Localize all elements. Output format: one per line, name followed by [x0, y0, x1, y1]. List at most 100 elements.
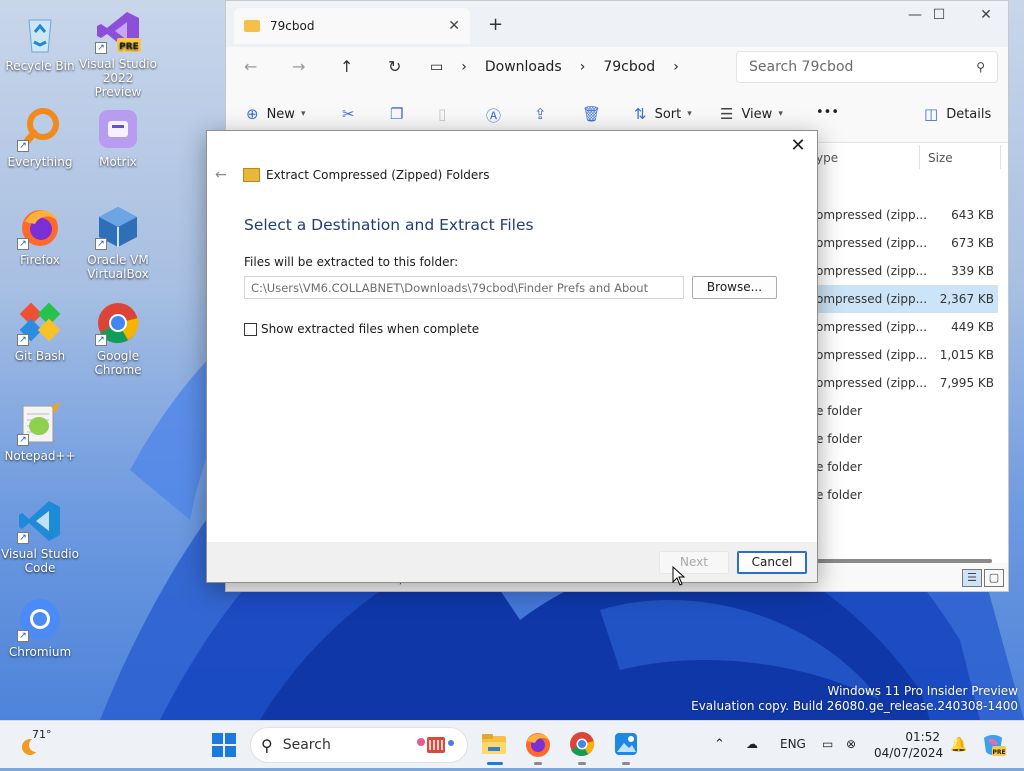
- delete-button[interactable]: 🗑: [582, 105, 609, 123]
- view-button[interactable]: ☰ View ▾: [720, 105, 783, 123]
- desktop-icon-virtualbox[interactable]: ↗ Oracle VM VirtualBox: [78, 204, 158, 281]
- column-header-type[interactable]: ype: [816, 151, 838, 165]
- taskbar: 71° ⚲ Search ⌃ ☁ ENG ▭ ⊗ 01:52 04/07/202…: [0, 720, 1024, 768]
- more-options-button[interactable]: •••: [816, 105, 839, 120]
- paste-button[interactable]: ▯: [438, 105, 454, 123]
- address-bar[interactable]: ▭ › Downloads › 79cbod ›: [430, 51, 732, 83]
- search-icon: ⚲: [976, 60, 985, 74]
- shortcut-arrow-icon: ↗: [17, 334, 29, 346]
- chevron-down-icon: ▾: [300, 109, 306, 119]
- desktop-icon-git-bash[interactable]: ↗ Git Bash: [0, 300, 80, 363]
- desktop-icon-notepad-plus-plus[interactable]: ↗ Notepad++: [0, 400, 80, 463]
- scissors-icon: ✂: [342, 105, 355, 123]
- details-view-icon[interactable]: ☰: [962, 569, 982, 587]
- cancel-button[interactable]: Cancel: [737, 551, 807, 574]
- file-type: ompressed (zipp...: [816, 208, 928, 222]
- taskbar-file-explorer[interactable]: [480, 730, 508, 758]
- chevron-down-icon: ▾: [778, 109, 783, 119]
- dialog-close-button[interactable]: ✕: [787, 135, 809, 156]
- weather-temperature: 71°: [32, 728, 52, 741]
- search-icon: ⚲: [261, 735, 273, 755]
- column-divider[interactable]: [1000, 145, 1001, 169]
- windows-watermark: Windows 11 Pro Insider Preview Evaluatio…: [691, 684, 1018, 714]
- desktop-icon-vscode[interactable]: ↗ Visual Studio Code: [0, 498, 80, 575]
- onedrive-offline-icon[interactable]: ☁: [746, 737, 758, 751]
- new-button-label: New: [266, 106, 295, 122]
- taskbar-firefox[interactable]: [524, 730, 552, 758]
- windows-logo-tile: [225, 733, 236, 744]
- explorer-tab[interactable]: 79cbod ✕: [234, 8, 470, 44]
- running-indicator: [578, 762, 586, 765]
- taskbar-photos[interactable]: [612, 730, 640, 758]
- refresh-icon[interactable]: ↻: [388, 57, 401, 76]
- explorer-search-input[interactable]: Search 79cbod ⚲: [736, 51, 998, 83]
- desktop-icon-everything[interactable]: ↗ Everything: [0, 106, 80, 169]
- next-button[interactable]: Next: [659, 551, 729, 574]
- horizontal-scrollbar[interactable]: [816, 559, 992, 563]
- share-icon: ⇪: [534, 105, 547, 123]
- destination-path-input[interactable]: C:\Users\VM6.COLLABNET\Downloads\79cbod\…: [244, 276, 684, 299]
- watermark-line-2: Evaluation copy. Build 26080.ge_release.…: [691, 699, 1018, 713]
- notepad-plus-plus-icon: ↗: [17, 400, 63, 446]
- new-button[interactable]: ⊕ New ▾: [246, 105, 305, 123]
- desktop-icon-label: Git Bash: [14, 349, 66, 363]
- windows-logo-tile: [212, 733, 223, 744]
- file-type: e folder: [816, 460, 863, 474]
- back-arrow-icon[interactable]: ←: [244, 57, 257, 76]
- clock[interactable]: 01:52 04/07/2024: [874, 729, 943, 761]
- firefox-icon: ↗: [17, 204, 63, 250]
- dialog-back-button[interactable]: ←: [215, 167, 227, 183]
- checkbox-box[interactable]: [244, 322, 257, 336]
- desktop-icon-label: Google Chrome: [94, 349, 142, 377]
- everything-search-icon: ↗: [17, 106, 63, 152]
- forward-arrow-icon[interactable]: →: [292, 57, 305, 76]
- close-window-button[interactable]: ✕: [963, 7, 1009, 23]
- rename-button[interactable]: Ⓐ: [486, 105, 509, 126]
- desktop-icon-recycle-bin[interactable]: Recycle Bin: [0, 10, 80, 73]
- column-header-size[interactable]: Size: [928, 151, 953, 165]
- taskbar-search-placeholder: Search: [282, 737, 331, 753]
- share-button[interactable]: ⇪: [534, 105, 555, 123]
- shortcut-arrow-icon: ↗: [17, 140, 29, 152]
- cut-button[interactable]: ✂: [342, 105, 363, 123]
- volume-muted-icon[interactable]: ⊗: [846, 737, 856, 751]
- desktop-icon-motrix[interactable]: Motrix: [78, 106, 158, 169]
- network-icon[interactable]: ▭: [822, 737, 833, 751]
- copy-button[interactable]: ❐: [390, 105, 411, 123]
- sort-button[interactable]: ⇅ Sort ▾: [634, 105, 692, 123]
- maximize-button[interactable]: ☐: [916, 7, 962, 23]
- tab-title: 79cbod: [270, 19, 315, 33]
- desktop-icon-google-chrome[interactable]: ↗ Google Chrome: [78, 300, 158, 377]
- start-button[interactable]: [212, 733, 236, 757]
- paste-icon: ▯: [438, 105, 447, 123]
- details-pane-button[interactable]: ◫ Details: [924, 105, 991, 123]
- desktop-icon-visual-studio-preview[interactable]: PRE ↗ Visual Studio 2022 Preview: [78, 8, 158, 99]
- desktop-icon-firefox[interactable]: ↗ Firefox: [0, 204, 80, 267]
- copilot-preview-icon[interactable]: PRE: [980, 732, 1006, 758]
- copy-icon: ❐: [390, 105, 404, 123]
- new-tab-button[interactable]: +: [488, 14, 503, 35]
- file-size: 449 KB: [951, 320, 994, 334]
- show-hidden-icons-chevron-icon[interactable]: ⌃: [714, 737, 725, 752]
- taskbar-chrome[interactable]: [568, 730, 596, 758]
- up-arrow-icon[interactable]: ↑: [340, 57, 353, 76]
- shortcut-arrow-icon: ↗: [17, 532, 29, 544]
- input-language[interactable]: ENG: [780, 737, 806, 751]
- taskbar-search-box[interactable]: ⚲ Search: [250, 727, 468, 763]
- breadcrumb-79cbod[interactable]: 79cbod: [603, 59, 655, 75]
- breadcrumb-downloads[interactable]: Downloads: [485, 59, 562, 75]
- show-files-checkbox[interactable]: Show extracted files when complete: [244, 322, 479, 336]
- notification-bell-icon[interactable]: 🔔: [950, 737, 967, 753]
- weather-widget[interactable]: 71°: [18, 727, 54, 763]
- browse-button[interactable]: Browse...: [692, 276, 777, 299]
- column-divider[interactable]: [919, 145, 920, 169]
- desktop-icon-chromium[interactable]: ↗ Chromium: [0, 596, 80, 659]
- dialog-title-bar: Extract Compressed (Zipped) Folders: [243, 168, 490, 182]
- sort-icon: ⇅: [634, 105, 647, 123]
- rename-icon: Ⓐ: [486, 107, 502, 125]
- tab-close-icon[interactable]: ✕: [448, 18, 460, 34]
- svg-text:PRE: PRE: [992, 749, 1005, 756]
- tiles-view-icon[interactable]: ▢: [984, 569, 1004, 587]
- file-type: ompressed (zipp...: [816, 376, 928, 390]
- show-files-checkbox-label: Show extracted files when complete: [261, 322, 480, 336]
